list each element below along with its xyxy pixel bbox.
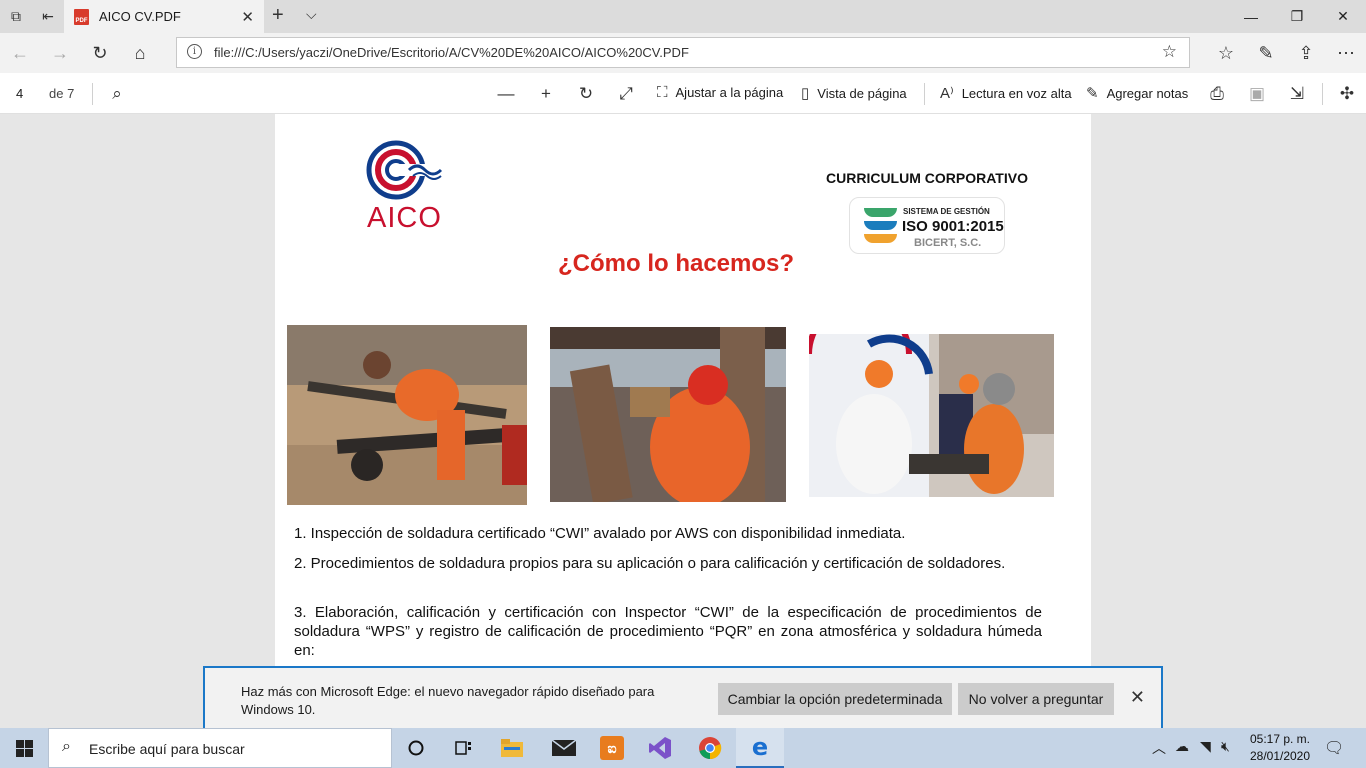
visual-studio-icon[interactable] bbox=[636, 728, 684, 768]
more-icon[interactable]: ⋯ bbox=[1326, 33, 1366, 73]
search-icon[interactable]: ⌕ bbox=[104, 81, 130, 107]
fit-page-label: Ajustar a la página bbox=[675, 85, 784, 100]
address-bar[interactable]: i file:///C:/Users/yaczi/OneDrive/Escrit… bbox=[176, 37, 1190, 68]
default-browser-notification: Haz más con Microsoft Edge: el nuevo nav… bbox=[203, 666, 1163, 728]
photo-inspection-team bbox=[809, 334, 1054, 497]
home-icon[interactable]: ⌂ bbox=[120, 33, 160, 73]
onedrive-cloud-icon[interactable]: ☁ bbox=[1175, 738, 1189, 755]
page-number-input[interactable]: 4 bbox=[16, 86, 23, 101]
add-notes-label: Agregar notas bbox=[1106, 85, 1189, 101]
taskbar: ⌕ Escribe aquí para buscar ಐ e ︿ ☁ ◥ 🔇︎ … bbox=[0, 728, 1366, 768]
title-bar: ⧉ ⇤ PDF AICO CV.PDF ✕ + ⌵ — ❐ ✕ bbox=[0, 0, 1366, 33]
logo-wordmark: AICO bbox=[367, 202, 442, 234]
restore-icon[interactable]: ❐ bbox=[1274, 0, 1320, 33]
pdf-page: AICO CURRICULUM CORPORATIVO SISTEMA DE G… bbox=[275, 114, 1091, 734]
url-text[interactable]: file:///C:/Users/yaczi/OneDrive/Escritor… bbox=[214, 45, 689, 60]
tab-title: AICO CV.PDF bbox=[99, 9, 181, 24]
system-clock[interactable]: 05:17 p. m. 28/01/2020 bbox=[1240, 731, 1320, 765]
favorite-star-icon[interactable]: ☆ bbox=[1162, 42, 1177, 62]
fullscreen-icon[interactable]: ⤢ bbox=[613, 81, 639, 107]
pdf-viewer[interactable]: AICO CURRICULUM CORPORATIVO SISTEMA DE G… bbox=[0, 114, 1366, 734]
change-default-button[interactable]: Cambiar la opción predeterminada bbox=[718, 683, 952, 715]
page-view-label: Vista de página bbox=[817, 85, 907, 101]
close-window-icon[interactable]: ✕ bbox=[1320, 0, 1366, 33]
divider bbox=[924, 83, 925, 105]
mail-icon[interactable] bbox=[540, 728, 588, 768]
share-icon[interactable]: ⇪ bbox=[1286, 33, 1326, 73]
set-tabs-aside-icon[interactable]: ⇤ bbox=[32, 0, 64, 33]
pen-icon: ✎ bbox=[1086, 85, 1099, 102]
print-icon[interactable]: ⎙ bbox=[1204, 81, 1230, 107]
page-count: de 7 bbox=[49, 86, 75, 101]
chrome-icon[interactable] bbox=[686, 728, 734, 768]
fit-page-button[interactable]: ⛶ Ajustar a la página bbox=[657, 84, 783, 101]
back-arrow-icon[interactable]: ← bbox=[0, 33, 40, 73]
network-icon[interactable]: ◥ bbox=[1200, 738, 1211, 755]
favorites-list-icon[interactable]: ☆ bbox=[1206, 33, 1246, 73]
edge-icon[interactable]: e bbox=[736, 728, 784, 768]
xampp-icon[interactable]: ಐ bbox=[588, 728, 636, 768]
fit-page-icon: ⛶ bbox=[657, 84, 668, 101]
notification-close-icon[interactable]: ✕ bbox=[1130, 687, 1145, 708]
cortana-icon[interactable] bbox=[392, 728, 440, 768]
tab-close-icon[interactable]: ✕ bbox=[241, 8, 254, 26]
windows-start-icon[interactable] bbox=[0, 728, 48, 768]
iso-line1: SISTEMA DE GESTIÓN bbox=[903, 207, 990, 216]
paragraph-1: 1. Inspección de soldadura certificado “… bbox=[294, 525, 906, 542]
page-view-icon: ▯ bbox=[801, 85, 810, 102]
new-tab-icon[interactable]: + bbox=[272, 4, 284, 27]
divider bbox=[92, 83, 93, 105]
iso-logo-icon bbox=[864, 208, 897, 244]
clock-time: 05:17 p. m. bbox=[1249, 732, 1311, 746]
pdf-toolbar: 4 de 7 ⌕ — + ↻ ⤢ ⛶ Ajustar a la página ▯… bbox=[0, 73, 1366, 114]
paragraph-2: 2. Procedimientos de soldadura propios p… bbox=[294, 555, 1006, 572]
pin-toolbar-icon[interactable]: ✣ bbox=[1334, 81, 1360, 107]
paragraph-3: 3. Elaboración, calificación y certifica… bbox=[294, 604, 1042, 659]
chevron-down-icon[interactable]: ⌵ bbox=[306, 6, 317, 23]
iso-line3: BICERT, S.C. bbox=[914, 237, 982, 249]
save-icon[interactable]: ▣ bbox=[1244, 81, 1270, 107]
save-as-icon[interactable]: ⇲ bbox=[1284, 81, 1310, 107]
minimize-icon[interactable]: — bbox=[1228, 0, 1274, 33]
iso-certification-badge: SISTEMA DE GESTIÓN ISO 9001:2015 BICERT,… bbox=[849, 197, 1005, 254]
notification-message: Haz más con Microsoft Edge: el nuevo nav… bbox=[241, 684, 655, 717]
search-placeholder: Escribe aquí para buscar bbox=[89, 741, 245, 757]
read-aloud-button[interactable]: A⁾ Lectura en voz alta bbox=[940, 84, 1072, 102]
pdf-file-icon: PDF bbox=[74, 8, 89, 25]
read-aloud-icon: A⁾ bbox=[940, 85, 954, 102]
zoom-out-icon[interactable]: — bbox=[493, 81, 519, 107]
rotate-icon[interactable]: ↻ bbox=[573, 81, 599, 107]
address-toolbar: ← → ↻ ⌂ i file:///C:/Users/yaczi/OneDriv… bbox=[0, 33, 1366, 73]
search-icon: ⌕ bbox=[62, 738, 71, 755]
add-notes-button[interactable]: ✎ Agregar notas bbox=[1086, 84, 1188, 102]
page-view-button[interactable]: ▯ Vista de página bbox=[801, 84, 907, 102]
photo-welder-platform bbox=[550, 327, 786, 502]
clock-date: 28/01/2020 bbox=[1249, 749, 1311, 763]
show-hidden-icons-chevron-icon[interactable]: ︿ bbox=[1152, 738, 1166, 758]
divider bbox=[1322, 83, 1323, 105]
dont-ask-again-button[interactable]: No volver a preguntar bbox=[958, 683, 1114, 715]
read-aloud-label: Lectura en voz alta bbox=[961, 85, 1072, 101]
svg-text:ಐ: ಐ bbox=[607, 741, 616, 757]
svg-text:e: e bbox=[752, 735, 768, 759]
file-explorer-icon[interactable] bbox=[488, 728, 536, 768]
tab-aico-cv[interactable]: PDF AICO CV.PDF ✕ bbox=[64, 0, 264, 33]
document-title: CURRICULUM CORPORATIVO bbox=[826, 170, 1028, 186]
refresh-icon[interactable]: ↻ bbox=[80, 33, 120, 73]
info-icon[interactable]: i bbox=[187, 44, 202, 59]
tab-actions-icon[interactable]: ⧉ bbox=[0, 0, 32, 33]
volume-muted-icon[interactable]: 🔇︎ bbox=[1221, 738, 1230, 755]
taskbar-search-input[interactable]: ⌕ Escribe aquí para buscar bbox=[48, 728, 392, 768]
zoom-in-icon[interactable]: + bbox=[533, 81, 559, 107]
section-heading: ¿Cómo lo hacemos? bbox=[558, 250, 795, 277]
pen-notes-icon[interactable]: ✎ bbox=[1246, 33, 1286, 73]
task-view-icon[interactable] bbox=[440, 728, 488, 768]
forward-arrow-icon[interactable]: → bbox=[40, 33, 80, 73]
photo-welder-pipes bbox=[287, 325, 527, 505]
action-center-icon[interactable]: 🗨︎ bbox=[1324, 738, 1344, 758]
iso-line2: ISO 9001:2015 bbox=[902, 218, 1004, 235]
